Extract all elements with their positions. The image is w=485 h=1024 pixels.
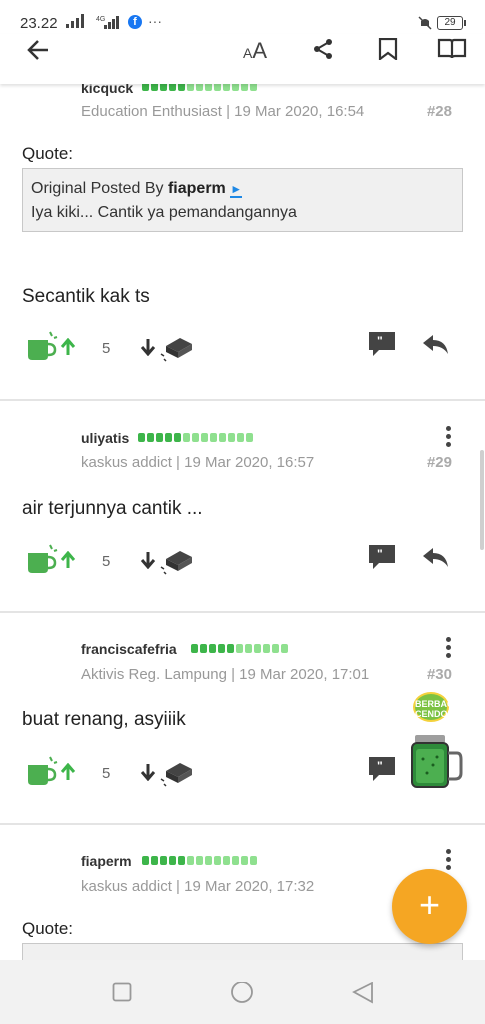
quote-box: Original Posted By fiaperm ► Iya kiki...…: [22, 168, 463, 232]
post-username[interactable]: uliyatis: [81, 430, 129, 446]
berbagi-cendol-badge: BERBAGI CENDOL: [413, 692, 457, 722]
font-size-button[interactable]: AA: [243, 38, 267, 64]
downvote-arrow-icon[interactable]: [140, 763, 156, 781]
comment-icon[interactable]: ": [367, 755, 397, 783]
reply-icon[interactable]: [421, 333, 449, 355]
post-actions: 5 ": [0, 330, 485, 370]
thread-toolbar: AA: [0, 34, 485, 84]
scrollbar[interactable]: [480, 450, 484, 550]
cendol-cup-icon[interactable]: [26, 755, 58, 787]
bata-brick-icon[interactable]: [160, 545, 194, 575]
post-meta: Education Enthusiast | 19 Mar 2020, 16:5…: [81, 103, 365, 120]
status-bar: 23.22 4G f ··· 29: [0, 0, 485, 34]
post-number: #28: [426, 103, 452, 120]
upvote-arrow-icon[interactable]: [60, 551, 76, 569]
quote-label: Quote:: [22, 144, 74, 163]
downvote-arrow-icon[interactable]: [140, 551, 156, 569]
post-username[interactable]: fiaperm: [81, 853, 132, 869]
post-number: #30: [426, 666, 452, 683]
system-nav-bar: [0, 960, 485, 1024]
comment-icon[interactable]: ": [367, 543, 397, 571]
post-username[interactable]: kicquck: [81, 84, 133, 96]
signal-icon: [66, 14, 84, 28]
post-text: air terjunnya cantik ...: [22, 498, 203, 519]
bata-brick-icon[interactable]: [160, 332, 194, 362]
battery-icon: 29: [437, 16, 466, 30]
quote-label: Quote:: [22, 919, 74, 938]
post-username[interactable]: franciscafefria: [81, 641, 177, 657]
post-menu-icon[interactable]: [446, 637, 454, 661]
new-reply-button[interactable]: +: [392, 869, 467, 944]
svg-text:": ": [377, 547, 383, 561]
reputation-bar: [142, 856, 257, 866]
post-meta: Aktivis Reg. Lampung | 19 Mar 2020, 17:0…: [81, 666, 370, 683]
comment-icon[interactable]: ": [367, 330, 397, 358]
quote-box: [22, 943, 463, 960]
share-icon[interactable]: [312, 38, 334, 60]
status-time: 23.22: [20, 15, 58, 32]
home-icon[interactable]: [230, 982, 254, 1006]
back-arrow-icon[interactable]: [26, 38, 50, 62]
back-nav-icon[interactable]: [352, 982, 374, 1004]
post-text: buat renang, asyiiik: [22, 709, 186, 730]
downvote-arrow-icon[interactable]: [140, 338, 156, 356]
post-meta: kaskus addict | 19 Mar 2020, 16:57: [81, 454, 315, 471]
post-30: franciscafefria Aktivis Reg. Lampung | 1…: [0, 613, 485, 823]
bookmark-icon[interactable]: [378, 38, 398, 60]
post-menu-icon[interactable]: [446, 84, 454, 86]
post-28: kicquck Education Enthusiast | 19 Mar 20…: [0, 84, 485, 396]
post-menu-icon[interactable]: [446, 849, 454, 873]
reputation-bar: [142, 84, 257, 92]
post-text: Secantik kak ts: [22, 286, 150, 307]
cendol-cup-icon[interactable]: [26, 543, 58, 575]
bata-brick-icon[interactable]: [160, 757, 194, 787]
view-post-arrow-icon[interactable]: ►: [230, 182, 243, 198]
cendol-count: 5: [102, 340, 111, 357]
reputation-bar: [191, 644, 288, 654]
upvote-arrow-icon[interactable]: [60, 763, 76, 781]
reputation-bar: [138, 433, 253, 443]
post-actions: 5 ": [0, 755, 485, 795]
thread-feed: kicquck Education Enthusiast | 19 Mar 20…: [0, 84, 485, 960]
quote-author[interactable]: fiaperm: [168, 180, 226, 197]
post-29: uliyatis kaskus addict | 19 Mar 2020, 16…: [0, 401, 485, 611]
upvote-arrow-icon[interactable]: [60, 338, 76, 356]
post-number: #29: [426, 454, 452, 471]
mute-icon: [418, 16, 432, 30]
svg-text:": ": [377, 334, 383, 348]
cendol-count: 5: [102, 765, 111, 782]
recents-icon[interactable]: [112, 982, 132, 1002]
post-menu-icon[interactable]: [446, 426, 454, 450]
post-meta: kaskus addict | 19 Mar 2020, 17:32: [81, 878, 315, 895]
post-actions: 5 ": [0, 543, 485, 583]
signal-4g-icon: 4G: [96, 16, 119, 29]
cendol-count: 5: [102, 553, 111, 570]
reply-icon[interactable]: [421, 546, 449, 568]
svg-text:4G: 4G: [96, 16, 105, 23]
cendol-cup-icon[interactable]: [26, 330, 58, 362]
more-notifications-icon: ···: [148, 13, 162, 29]
facebook-notification-icon: f: [128, 15, 142, 29]
svg-text:": ": [377, 759, 383, 773]
quote-text: Iya kiki... Cantik ya pemandangannya: [31, 204, 297, 221]
reading-mode-icon[interactable]: [437, 38, 467, 60]
